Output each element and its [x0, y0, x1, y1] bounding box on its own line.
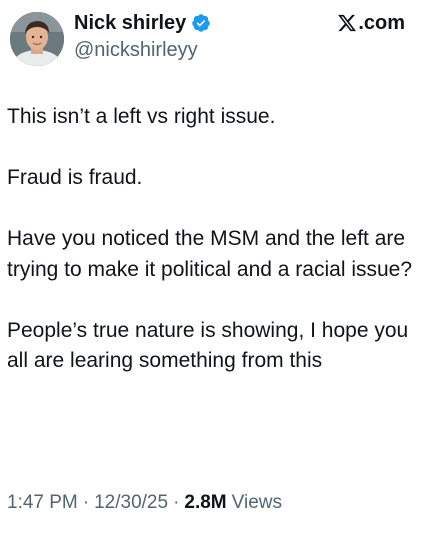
display-name[interactable]: Nick shirley — [74, 12, 186, 35]
tweet-time[interactable]: 1:47 PM — [7, 492, 78, 514]
tweet-paragraph: Fraud is fraud. — [7, 166, 143, 189]
x-logo-icon — [337, 13, 357, 33]
views-label: Views — [231, 492, 282, 513]
avatar[interactable] — [10, 12, 64, 66]
x-brand[interactable]: .com — [337, 10, 405, 36]
verified-badge-icon — [191, 13, 211, 33]
meta-separator: · — [173, 492, 180, 513]
author-name-row: Nick shirley — [74, 11, 211, 35]
meta-separator: · — [82, 492, 90, 513]
brand-suffix: .com — [358, 11, 405, 34]
tweet-paragraph: Have you noticed the MSM and the left ar… — [7, 227, 413, 281]
avatar-photo — [10, 12, 64, 66]
views-count[interactable]: 2.8M — [184, 492, 226, 514]
user-handle[interactable]: @nickshirleyy — [74, 39, 198, 62]
tweet-metadata: 1:47 PM · 12/30/25 · 2.8M Views — [7, 492, 282, 514]
tweet-paragraph: This isn’t a left vs right issue. — [7, 105, 276, 128]
tweet-paragraph: People’s true nature is showing, I hope … — [7, 318, 409, 373]
tweet-text: This isn’t a left vs right issue. Fraud … — [7, 102, 417, 407]
tweet-date[interactable]: 12/30/25 — [94, 492, 168, 514]
tweet-card: Nick shirley @nickshirleyy .com This isn… — [0, 0, 425, 533]
